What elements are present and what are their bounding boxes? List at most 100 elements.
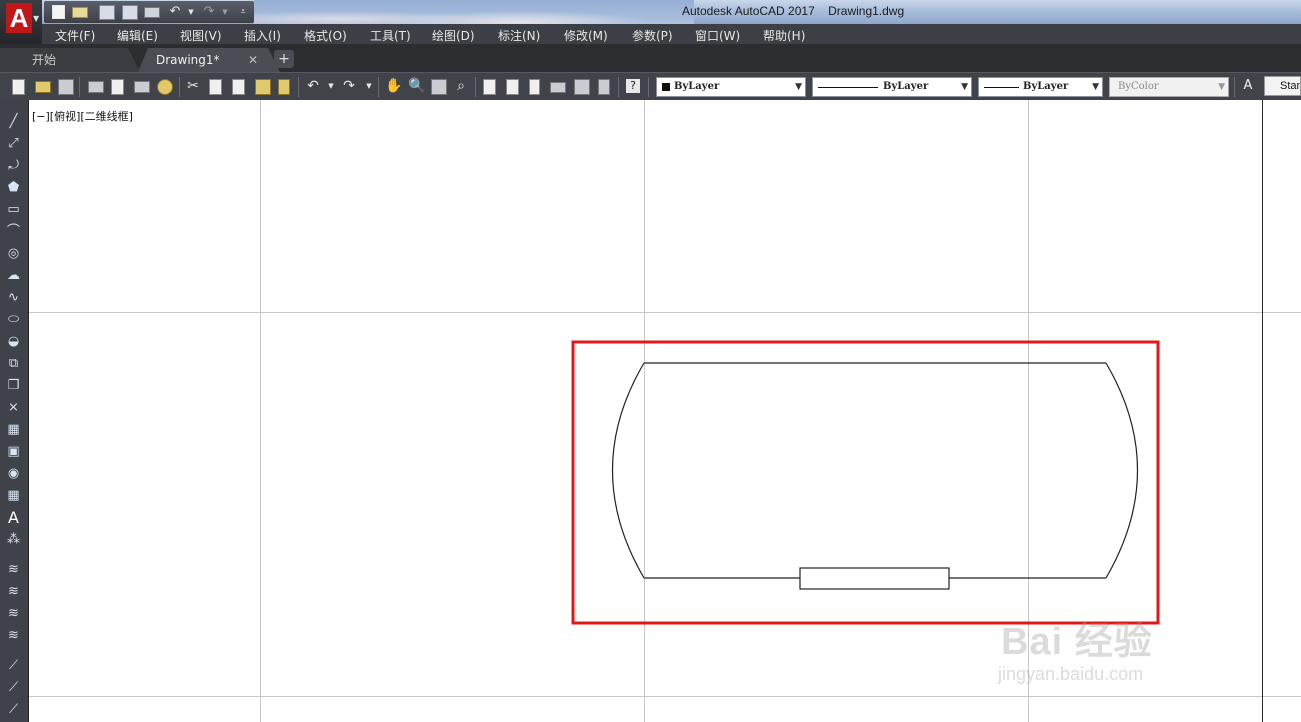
chevron-down-icon: ▼: [1092, 82, 1099, 92]
rectangle-icon[interactable]: ▭: [6, 202, 21, 217]
window-title: Autodesk AutoCAD 2017 Drawing1.dwg: [682, 4, 905, 18]
customize-toolbar-icon[interactable]: ⩡: [236, 5, 250, 18]
undo-dropdown-icon[interactable]: ▼: [184, 5, 198, 18]
hatch-icon[interactable]: ▦: [6, 422, 21, 437]
line-icon[interactable]: ╱: [6, 114, 21, 129]
properties-icon[interactable]: [483, 79, 496, 95]
left-arc[interactable]: [611, 362, 645, 579]
table-icon[interactable]: ▦: [6, 488, 21, 503]
tool-palettes-icon[interactable]: [529, 79, 540, 95]
polygon-icon[interactable]: ⬟: [6, 180, 21, 195]
paste-icon[interactable]: [232, 79, 245, 95]
dimension-icon[interactable]: ⟋: [6, 658, 21, 673]
plot-preview-icon[interactable]: [111, 79, 124, 95]
revision-cloud-icon[interactable]: ☁: [6, 268, 21, 283]
plot-icon[interactable]: [88, 81, 104, 93]
separator: [1234, 77, 1235, 97]
zoom-window-icon[interactable]: [431, 79, 447, 95]
tab-drawing1[interactable]: Drawing1* ✕: [138, 48, 280, 72]
save-icon[interactable]: [58, 79, 74, 95]
file-tab-bar: 开始 Drawing1* ✕ +: [0, 44, 1301, 72]
small-rectangle[interactable]: [799, 567, 950, 590]
text-style-icon[interactable]: A: [1241, 79, 1255, 93]
publish-3d-icon[interactable]: [157, 79, 173, 95]
color-control[interactable]: ByLayer ▼: [656, 77, 806, 97]
menu-file[interactable]: 文件(F): [55, 27, 95, 44]
multileader-icon[interactable]: ⟋: [6, 702, 21, 717]
menu-dimension[interactable]: 标注(N): [498, 27, 540, 44]
construction-line-icon[interactable]: ⤢: [6, 136, 21, 151]
point-icon[interactable]: ⨯: [6, 400, 21, 415]
plotstyle-control-value: ByColor: [1118, 81, 1159, 92]
linetype-control[interactable]: ByLayer ▼: [812, 77, 972, 97]
text-style-control[interactable]: Stan: [1264, 76, 1301, 96]
design-center-icon[interactable]: [506, 79, 519, 95]
open-icon[interactable]: [35, 81, 51, 93]
arc-icon[interactable]: ⌒: [6, 224, 21, 239]
layer-match-icon[interactable]: ≋: [6, 628, 21, 643]
close-icon[interactable]: ✕: [248, 48, 258, 72]
right-arc[interactable]: [1105, 362, 1139, 579]
redo-dropdown-icon[interactable]: ▼: [218, 5, 232, 18]
publish-icon[interactable]: [134, 81, 150, 93]
menu-edit[interactable]: 编辑(E): [117, 27, 158, 44]
undo-icon[interactable]: ↶: [168, 5, 182, 19]
region-icon[interactable]: ◉: [6, 466, 21, 481]
undo-dropdown-icon[interactable]: ▼: [324, 79, 338, 93]
save-icon[interactable]: [99, 5, 115, 20]
menu-modify[interactable]: 修改(M): [564, 27, 608, 44]
circle-icon[interactable]: ◎: [6, 246, 21, 261]
ellipse-arc-icon[interactable]: ◒: [6, 334, 21, 349]
pan-icon[interactable]: ✋: [385, 79, 402, 93]
menu-view[interactable]: 视图(V): [180, 27, 222, 44]
polyline-icon[interactable]: ⤾: [6, 158, 21, 173]
menu-tools[interactable]: 工具(T): [370, 27, 411, 44]
quickcalc-icon[interactable]: [598, 79, 610, 95]
redo-icon[interactable]: ↷: [342, 79, 356, 93]
plot-icon[interactable]: [144, 7, 160, 18]
sheet-set-manager-icon[interactable]: [550, 82, 566, 93]
spline-icon[interactable]: ∿: [6, 290, 21, 305]
match-properties-icon[interactable]: [255, 79, 271, 95]
new-icon[interactable]: [52, 5, 65, 19]
application-menu-button[interactable]: A ▼: [0, 0, 42, 44]
markup-set-manager-icon[interactable]: [574, 79, 590, 95]
chevron-down-icon: ▼: [961, 82, 968, 92]
new-tab-button[interactable]: +: [274, 50, 294, 68]
menu-parametric[interactable]: 参数(P): [632, 27, 673, 44]
multiline-text-icon[interactable]: A: [6, 510, 21, 526]
open-icon[interactable]: [72, 7, 88, 18]
redo-dropdown-icon[interactable]: ▼: [362, 79, 376, 93]
ellipse-icon[interactable]: ⬭: [6, 312, 21, 327]
separator: [79, 77, 80, 97]
cut-icon[interactable]: ✂: [186, 79, 200, 93]
tab-start[interactable]: 开始: [0, 48, 140, 72]
add-selected-icon[interactable]: ⁂: [6, 532, 21, 547]
separator: [378, 77, 379, 97]
lineweight-control[interactable]: ByLayer ▼: [978, 77, 1103, 97]
autocad-logo-icon: A: [6, 3, 32, 33]
menu-format[interactable]: 格式(O): [304, 27, 347, 44]
block-editor-icon[interactable]: [278, 79, 290, 95]
viewport-controls-label[interactable]: [−][俯视][二维线框]: [32, 108, 133, 124]
zoom-previous-icon[interactable]: ⌕: [454, 79, 468, 93]
leader-icon[interactable]: ⟋: [6, 680, 21, 695]
make-block-icon[interactable]: ❐: [6, 378, 21, 393]
menu-draw[interactable]: 绘图(D): [432, 27, 475, 44]
copy-icon[interactable]: [209, 79, 222, 95]
help-icon[interactable]: ?: [626, 79, 640, 93]
menu-insert[interactable]: 插入(I): [244, 27, 281, 44]
insert-block-icon[interactable]: ⧉: [6, 356, 21, 371]
redo-icon[interactable]: ↷: [202, 5, 216, 19]
gradient-icon[interactable]: ▣: [6, 444, 21, 459]
layer-state-icon[interactable]: ≋: [6, 584, 21, 599]
undo-icon[interactable]: ↶: [306, 79, 320, 93]
layer-icon[interactable]: ≋: [6, 562, 21, 577]
plotstyle-control[interactable]: ByColor ▼: [1109, 77, 1229, 97]
zoom-realtime-icon[interactable]: 🔍: [408, 79, 425, 93]
menu-help[interactable]: 帮助(H): [763, 27, 805, 44]
menu-window[interactable]: 窗口(W): [695, 27, 740, 44]
layer-previous-icon[interactable]: ≋: [6, 606, 21, 621]
save-as-icon[interactable]: [122, 5, 138, 20]
qnew-icon[interactable]: [12, 79, 25, 95]
